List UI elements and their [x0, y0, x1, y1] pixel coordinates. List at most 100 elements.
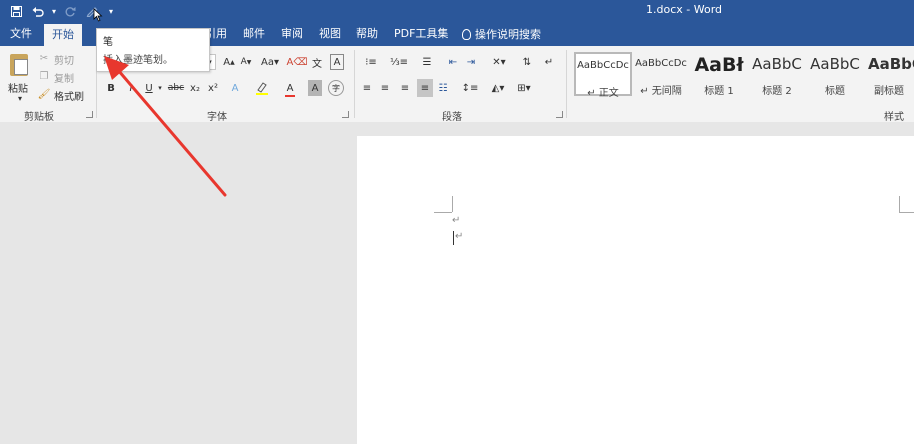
clear-formatting-icon[interactable]: A⌫	[287, 54, 308, 70]
paragraph-mark: ↵	[452, 215, 461, 226]
enclosed-character-icon[interactable]: 字	[328, 80, 344, 96]
font-group-label: 字体	[207, 112, 227, 123]
style-title[interactable]: AaBbC 标题	[806, 52, 864, 97]
paragraph-group-label: 段落	[442, 112, 462, 123]
crop-mark	[434, 212, 452, 213]
cut-icon[interactable]: ✂	[38, 52, 50, 64]
title-bar: ▾ ▾ 1.docx - Word	[0, 0, 914, 22]
style-sample: AaBbC	[752, 55, 802, 73]
phonetic-guide-icon[interactable]: 文	[310, 54, 324, 70]
tell-me-search[interactable]: 操作说明搜索	[462, 22, 541, 46]
style-sample: AaBł	[694, 54, 744, 76]
paste-icon[interactable]	[10, 54, 28, 76]
show-marks-icon[interactable]: ↵	[542, 54, 556, 70]
style-subtitle[interactable]: AaBbC 副标题	[864, 52, 914, 97]
underline-icon[interactable]: U	[142, 80, 156, 96]
tab-review[interactable]: 审阅	[281, 22, 303, 46]
customize-icon[interactable]: ▾	[104, 2, 118, 20]
distributed-icon[interactable]: ☷	[436, 80, 450, 96]
underline-dropdown-icon[interactable]: ▾	[156, 80, 164, 96]
multilevel-list-icon[interactable]: ☰	[416, 54, 438, 70]
subscript-icon[interactable]: x₂	[188, 80, 202, 96]
italic-icon[interactable]: I	[124, 80, 138, 96]
style-sample: AaBbC	[810, 55, 860, 73]
change-case-icon[interactable]: Aa▾	[260, 54, 280, 70]
mouse-cursor-icon	[93, 8, 103, 22]
text-effects-icon[interactable]: A	[228, 80, 242, 96]
font-launcher-icon[interactable]	[342, 111, 349, 118]
style-name: 标题	[825, 86, 845, 97]
style-heading-2[interactable]: AaBbC 标题 2	[748, 52, 806, 97]
tab-mailings[interactable]: 邮件	[243, 22, 265, 46]
tooltip-title: 笔	[103, 37, 113, 48]
clipboard-group-label: 剪贴板	[24, 112, 54, 123]
align-center-icon[interactable]: ≡	[378, 80, 392, 96]
decrease-indent-icon[interactable]: ⇤	[446, 54, 460, 70]
document-title: 1.docx - Word	[646, 3, 723, 16]
bold-icon[interactable]: B	[104, 80, 118, 96]
save-icon[interactable]	[6, 2, 26, 20]
shading-icon[interactable]: ◭▾	[488, 80, 508, 96]
bullets-icon[interactable]: ⁝≡	[360, 54, 382, 70]
numbering-icon[interactable]: ⅓≡	[388, 54, 410, 70]
clipboard-launcher-icon[interactable]	[86, 111, 93, 118]
style-name: ↵ 无间隔	[640, 86, 682, 97]
redo-icon[interactable]	[60, 2, 80, 20]
style-name: 标题 2	[762, 86, 792, 97]
style-sample: AaBbC	[868, 55, 914, 73]
paste-dropdown-icon[interactable]: ▾	[18, 94, 22, 103]
superscript-icon[interactable]: x²	[206, 80, 220, 96]
undo-icon[interactable]	[28, 2, 48, 20]
highlight-icon[interactable]	[254, 80, 270, 96]
document-canvas[interactable]	[0, 122, 914, 444]
style-heading-1[interactable]: AaBł 标题 1	[690, 52, 748, 97]
separator	[566, 50, 567, 118]
style-name: ↵ 正文	[587, 88, 619, 99]
lightbulb-icon	[462, 28, 471, 40]
paste-button[interactable]: 粘贴	[8, 80, 28, 95]
style-name: 标题 1	[704, 86, 734, 97]
font-color-icon[interactable]: A	[282, 80, 298, 97]
sort-icon[interactable]: ⇅	[520, 54, 534, 70]
align-left-icon[interactable]: ≡	[360, 80, 374, 96]
cut-button[interactable]: 剪切	[54, 52, 74, 67]
document-page[interactable]	[357, 136, 914, 444]
crop-mark	[899, 212, 914, 213]
tab-help[interactable]: 帮助	[356, 22, 378, 46]
increase-indent-icon[interactable]: ⇥	[464, 54, 478, 70]
crop-mark	[452, 196, 453, 212]
format-painter-button[interactable]: 格式刷	[54, 88, 84, 103]
tab-file[interactable]: 文件	[10, 22, 32, 46]
format-painter-icon[interactable]: 🖌	[38, 88, 51, 100]
tab-view[interactable]: 视图	[319, 22, 341, 46]
borders-icon[interactable]: ⊞▾	[514, 80, 534, 96]
pen-tooltip: 笔 插入墨迹笔划。	[96, 28, 210, 72]
line-spacing-icon[interactable]: ↕≡	[460, 80, 480, 96]
justify-icon[interactable]: ≡	[417, 79, 433, 97]
grow-font-icon[interactable]: A ▲	[222, 54, 236, 70]
paragraph-mark: ↵	[455, 231, 464, 242]
style-sample: AaBbCcDc	[577, 60, 629, 71]
styles-group-label: 样式	[884, 112, 904, 123]
shrink-font-icon[interactable]: A ▼	[239, 54, 253, 70]
copy-button[interactable]: 复制	[54, 70, 74, 85]
font-color-letter: A	[286, 82, 294, 94]
crop-mark	[899, 196, 900, 212]
copy-icon[interactable]: ❐	[38, 70, 50, 82]
strikethrough-icon[interactable]: abc	[166, 80, 186, 96]
style-sample: AaBbCcDc	[635, 58, 687, 69]
chinese-layout-icon[interactable]: ✕▾	[488, 54, 510, 70]
undo-dropdown-icon[interactable]: ▾	[50, 2, 58, 20]
align-right-icon[interactable]: ≡	[398, 80, 412, 96]
style-normal[interactable]: AaBbCcDc ↵ 正文	[574, 52, 632, 99]
tab-pdf-tools[interactable]: PDF工具集	[394, 22, 448, 46]
tell-me-label: 操作说明搜索	[475, 28, 541, 41]
text-cursor	[453, 231, 454, 245]
paragraph-launcher-icon[interactable]	[556, 111, 563, 118]
character-shading-icon[interactable]: A	[308, 80, 322, 96]
styles-gallery: AaBbCcDc ↵ 正文 AaBbCcDc ↵ 无间隔 AaBł 标题 1 A…	[572, 52, 914, 99]
character-border-icon[interactable]: A	[330, 54, 344, 70]
tab-home[interactable]: 开始	[44, 24, 82, 46]
style-no-spacing[interactable]: AaBbCcDc ↵ 无间隔	[632, 52, 690, 97]
separator	[354, 50, 355, 118]
